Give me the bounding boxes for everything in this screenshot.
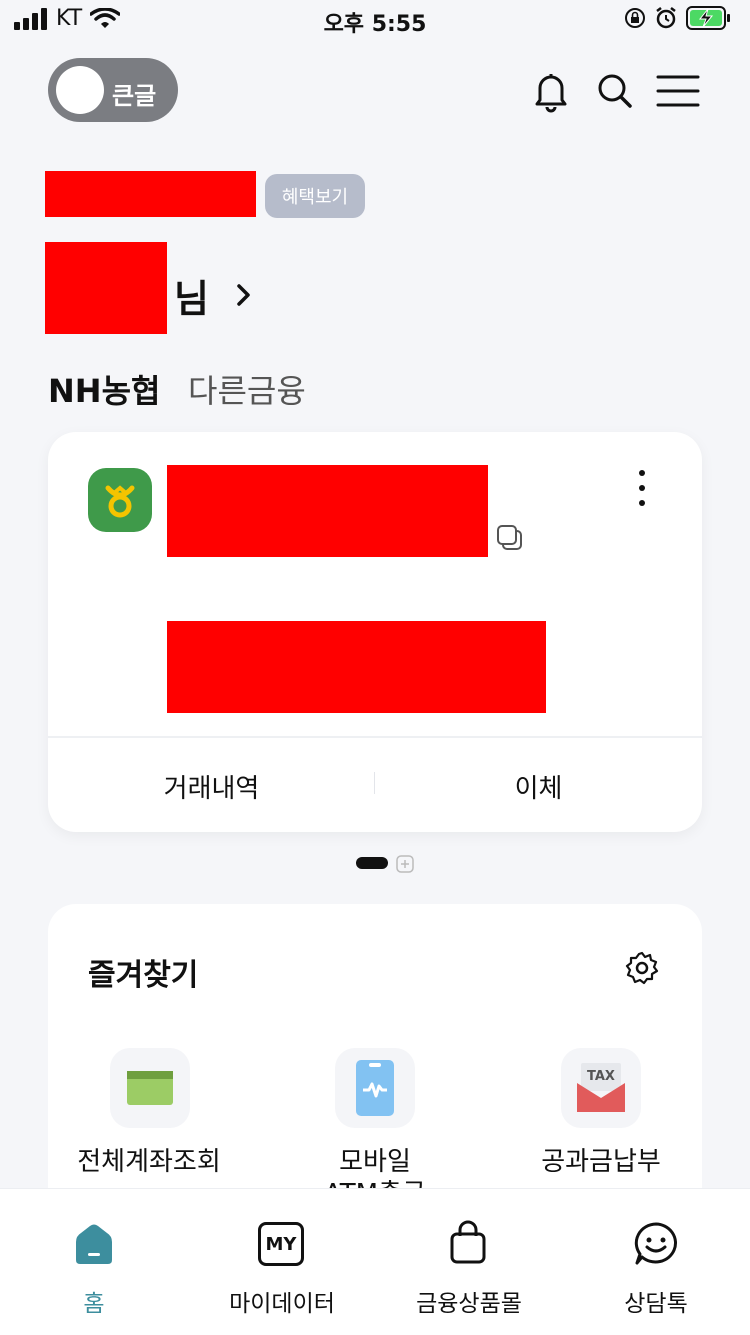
shopping-bag-icon[interactable] — [446, 1218, 490, 1266]
menu-icon[interactable] — [656, 68, 700, 114]
copy-icon[interactable] — [496, 524, 524, 552]
alarm-icon — [656, 7, 676, 29]
wallet-icon — [127, 1071, 173, 1105]
tab-other-finance[interactable]: 다른금융 — [188, 366, 306, 412]
battery-icon — [686, 6, 730, 30]
favorite-label-tax: 공과금납부 — [541, 1147, 661, 1177]
name-suffix[interactable]: 님 — [174, 268, 209, 323]
my-icon[interactable]: MY — [258, 1222, 304, 1266]
bell-icon[interactable] — [528, 68, 574, 114]
benefit-button[interactable]: 혜택보기 — [265, 174, 365, 218]
redacted-username — [45, 242, 167, 334]
card-divider — [48, 736, 702, 738]
tab-products-label: 금융상품몰 — [416, 1291, 522, 1317]
mobile-atm-icon — [356, 1060, 394, 1116]
tab-nh[interactable]: NH농협 — [48, 366, 160, 412]
transaction-history-button[interactable]: 거래내역 — [48, 768, 375, 805]
orientation-lock-icon — [625, 8, 645, 28]
chevron-right-icon[interactable] — [232, 280, 256, 310]
toggle-knob — [56, 66, 104, 114]
search-icon[interactable] — [592, 68, 638, 114]
favorites-title: 즐겨찾기 — [88, 958, 199, 993]
page-indicator-active — [356, 857, 388, 869]
add-account-icon[interactable] — [396, 855, 414, 873]
tab-home-label: 홈 — [83, 1291, 105, 1317]
favorite-label-account-lookup: 전체계좌조회 — [77, 1147, 221, 1177]
favorite-account-lookup[interactable] — [110, 1048, 190, 1128]
nh-logo — [88, 468, 152, 532]
chat-smile-icon[interactable] — [632, 1220, 680, 1268]
favorite-tax-payment[interactable] — [561, 1048, 641, 1128]
more-icon[interactable] — [632, 468, 652, 508]
redacted-balance — [167, 621, 546, 713]
favorite-mobile-atm[interactable] — [335, 1048, 415, 1128]
redacted-account-name — [167, 465, 488, 557]
tax-badge: TAX — [587, 1069, 615, 1084]
tax-envelope-icon — [577, 1063, 625, 1112]
nh-logo-icon — [105, 485, 135, 518]
transfer-button[interactable]: 이체 — [375, 768, 702, 805]
tab-chat-label: 상담톡 — [624, 1291, 688, 1317]
toggle-label: 큰글 — [112, 82, 157, 110]
redacted-greeting — [45, 171, 256, 217]
tab-mydata-label: 마이데이터 — [229, 1291, 335, 1317]
gear-icon[interactable] — [624, 950, 660, 986]
status-bar: KT 오후 5:55 — [0, 0, 750, 44]
home-icon[interactable] — [72, 1222, 116, 1266]
status-right — [624, 6, 732, 30]
